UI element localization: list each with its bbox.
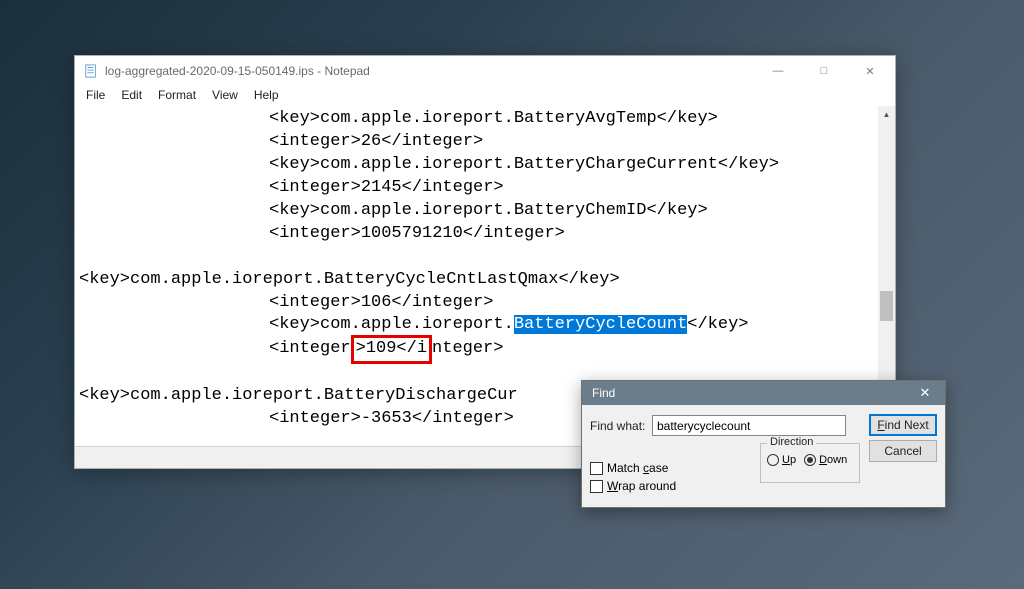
find-what-label: Find what: [590, 419, 652, 433]
checkbox-icon [590, 462, 603, 475]
check-label: rap around [618, 479, 676, 493]
titlebar[interactable]: log-aggregated-2020-09-15-050149.ips - N… [75, 56, 895, 86]
cancel-button[interactable]: Cancel [869, 440, 937, 462]
direction-group: Direction Up Down [760, 443, 860, 483]
notepad-icon [83, 63, 99, 79]
window-controls: — □ ✕ [755, 56, 893, 86]
find-next-button[interactable]: Find Next [869, 414, 937, 436]
text-line: <key>com.apple.ioreport.BatteryChargeCur… [79, 154, 891, 177]
check-label-u: W [607, 479, 618, 493]
menu-view[interactable]: View [205, 86, 245, 106]
text-line: <key>com.apple.ioreport.BatteryAvgTemp</… [79, 108, 891, 131]
find-dialog: Find ✕ Find what: Find Next Cancel Direc… [581, 380, 946, 508]
checkbox-icon [590, 480, 603, 493]
text-line: <key>com.apple.ioreport.BatteryCycleCntL… [79, 269, 891, 292]
text-segment: <integer [269, 339, 351, 358]
scroll-thumb[interactable] [880, 291, 893, 321]
btn-text: ind Next [885, 418, 929, 432]
scroll-up-icon[interactable]: ▲ [878, 106, 895, 123]
minimize-button[interactable]: — [755, 56, 801, 86]
btn-text-u: F [877, 418, 884, 432]
text-line: <key>com.apple.ioreport.BatteryChemID</k… [79, 200, 891, 223]
text-line: <key>com.apple.ioreport.BatteryCycleCoun… [79, 314, 891, 337]
menu-format[interactable]: Format [151, 86, 203, 106]
radio-icon [767, 454, 779, 466]
checkbox-group: Match case Wrap around [590, 457, 676, 493]
menu-edit[interactable]: Edit [114, 86, 149, 106]
text-segment: nteger> [432, 339, 503, 358]
maximize-button[interactable]: □ [801, 56, 847, 86]
selected-text: BatteryCycleCount [514, 315, 687, 334]
radio-up[interactable]: Up [767, 454, 796, 466]
radio-label: own [827, 454, 847, 466]
find-what-input[interactable] [652, 415, 846, 436]
radio-label-u: U [782, 454, 790, 466]
check-label: Match [607, 461, 643, 475]
check-label: ase [649, 461, 668, 475]
menubar: File Edit Format View Help [75, 86, 895, 106]
window-title: log-aggregated-2020-09-15-050149.ips - N… [105, 64, 755, 78]
text-line: <integer>109</integer> [79, 337, 891, 362]
text-line: <integer>26</integer> [79, 131, 891, 154]
find-close-button[interactable]: ✕ [905, 381, 945, 405]
radio-dot-icon [807, 457, 813, 463]
text-line: <integer>106</integer> [79, 292, 891, 315]
radio-row: Up Down [767, 454, 853, 466]
radio-icon [804, 454, 816, 466]
text-segment: </key> [687, 315, 748, 334]
text-line: <integer>1005791210</integer> [79, 223, 891, 246]
text-line: <integer>2145</integer> [79, 177, 891, 200]
menu-file[interactable]: File [79, 86, 112, 106]
find-body: Find what: Find Next Cancel Direction Up… [582, 405, 945, 507]
radio-label: p [790, 454, 796, 466]
find-title: Find [592, 386, 905, 400]
annotation-highlight: >109</i [351, 335, 432, 364]
radio-label-u: D [819, 454, 827, 466]
match-case-checkbox[interactable]: Match case [590, 461, 676, 475]
menu-help[interactable]: Help [247, 86, 286, 106]
wrap-around-checkbox[interactable]: Wrap around [590, 479, 676, 493]
close-button[interactable]: ✕ [847, 56, 893, 86]
text-line [79, 246, 891, 269]
text-segment: <key>com.apple.ioreport. [269, 315, 514, 334]
direction-label: Direction [767, 436, 816, 448]
radio-down[interactable]: Down [804, 454, 847, 466]
find-titlebar[interactable]: Find ✕ [582, 381, 945, 405]
